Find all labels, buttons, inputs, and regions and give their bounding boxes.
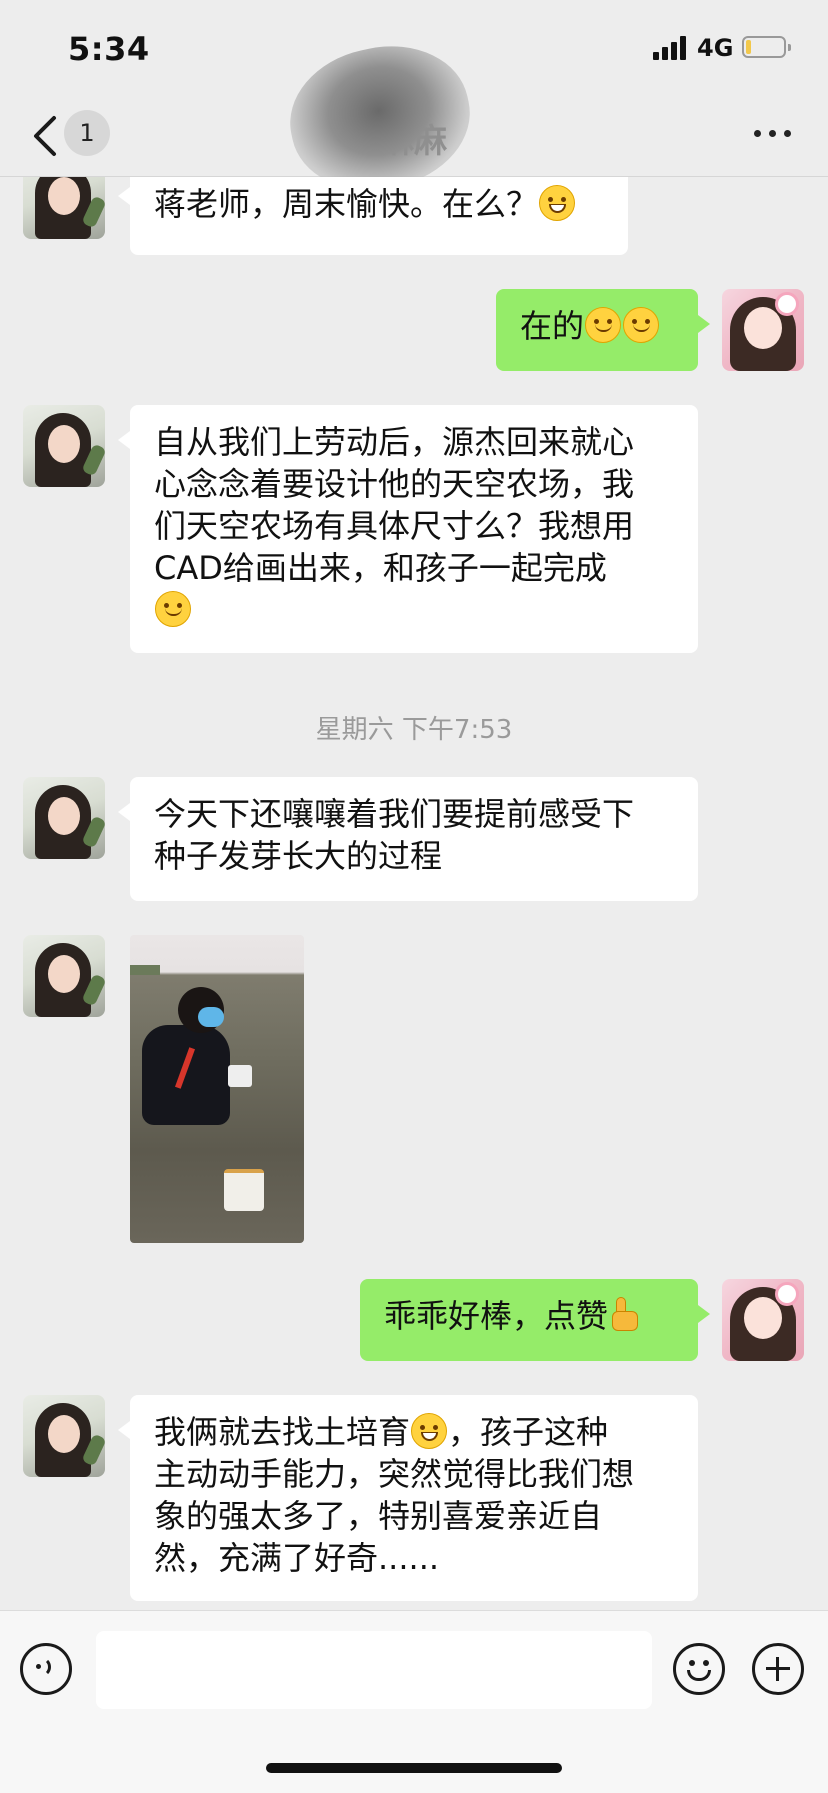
message-bubble-outgoing[interactable]: 在的 <box>496 289 710 371</box>
message-list[interactable]: 蒋老师，周末愉快。在么？ 在的 自从我们上劳动后，源杰回来就心 心念念着要设计他… <box>0 177 828 1610</box>
more-options-icon[interactable] <box>754 130 794 140</box>
chat-timestamp: 星期六 下午7:53 <box>315 715 513 745</box>
message-text-line: 心念念着要设计他的天空农场，我 <box>154 465 635 503</box>
contact-avatar[interactable] <box>23 777 105 859</box>
contact-avatar[interactable] <box>23 935 105 1017</box>
grin-emoji-icon <box>411 1413 448 1449</box>
message-bubble-incoming[interactable]: 自从我们上劳动后，源杰回来就心 心念念着要设计他的天空农场，我 们天空农场有具体… <box>118 405 698 653</box>
smile-emoji-icon <box>623 307 660 343</box>
message-bubble-incoming[interactable]: 我俩就去找土培育 ，孩子这种 主动动手能力，突然觉得比我们想 象的强太多了，特别喜… <box>118 1395 698 1601</box>
message-text-line: 主动动手能力，突然觉得比我们想 <box>154 1455 635 1493</box>
home-indicator[interactable] <box>266 1763 562 1773</box>
more-actions-plus-icon[interactable] <box>752 1643 804 1695</box>
message-text-line: 们天空农场有具体尺寸么？我想用 <box>154 507 635 545</box>
chat-header: 1 麻麻 <box>0 30 828 206</box>
message-text: 乖乖好棒，点赞 <box>384 1297 609 1335</box>
message-input[interactable] <box>96 1631 652 1709</box>
signal-icon <box>653 36 689 60</box>
battery-icon <box>742 36 791 58</box>
contact-avatar[interactable] <box>23 177 105 239</box>
message-text-line: 我俩就去找土培育 <box>154 1413 411 1451</box>
unread-count-badge[interactable]: 1 <box>64 110 110 156</box>
grin-emoji-icon <box>539 185 576 221</box>
my-avatar[interactable] <box>722 289 804 371</box>
my-avatar[interactable] <box>722 1279 804 1361</box>
contact-avatar[interactable] <box>23 1395 105 1477</box>
message-text-line: ，孩子这种 <box>448 1413 609 1451</box>
message-text: 蒋老师，周末愉快。在么？ <box>154 185 539 223</box>
message-bubble-incoming[interactable]: 今天下还嚷嚷着我们要提前感受下 种子发芽长大的过程 <box>118 777 698 901</box>
message-text-line: CAD给画出来，和孩子一起完成 <box>154 549 607 587</box>
thumbs-up-emoji-icon <box>608 1297 642 1333</box>
input-bar <box>0 1610 828 1793</box>
status-time: 5:34 <box>68 30 150 68</box>
smile-emoji-icon <box>155 591 191 627</box>
contact-avatar[interactable] <box>23 405 105 487</box>
message-photo[interactable] <box>130 935 304 1243</box>
message-text-line: 自从我们上劳动后，源杰回来就心 <box>154 423 635 461</box>
message-text-line: 然，充满了好奇...... <box>154 1539 440 1577</box>
voice-input-icon[interactable] <box>20 1643 72 1695</box>
message-text-line: 种子发芽长大的过程 <box>154 837 443 875</box>
message-text: 在的 <box>520 307 585 345</box>
back-chevron-icon[interactable] <box>28 112 68 160</box>
network-type: 4G <box>697 34 734 62</box>
message-bubble-incoming[interactable]: 蒋老师，周末愉快。在么？ <box>118 177 628 255</box>
emoji-picker-icon[interactable] <box>673 1643 725 1695</box>
message-bubble-outgoing[interactable]: 乖乖好棒，点赞 <box>360 1279 710 1361</box>
smile-emoji-icon <box>585 307 622 343</box>
message-text-line: 今天下还嚷嚷着我们要提前感受下 <box>154 795 635 833</box>
message-text-line: 象的强太多了，特别喜爱亲近自 <box>154 1497 603 1535</box>
